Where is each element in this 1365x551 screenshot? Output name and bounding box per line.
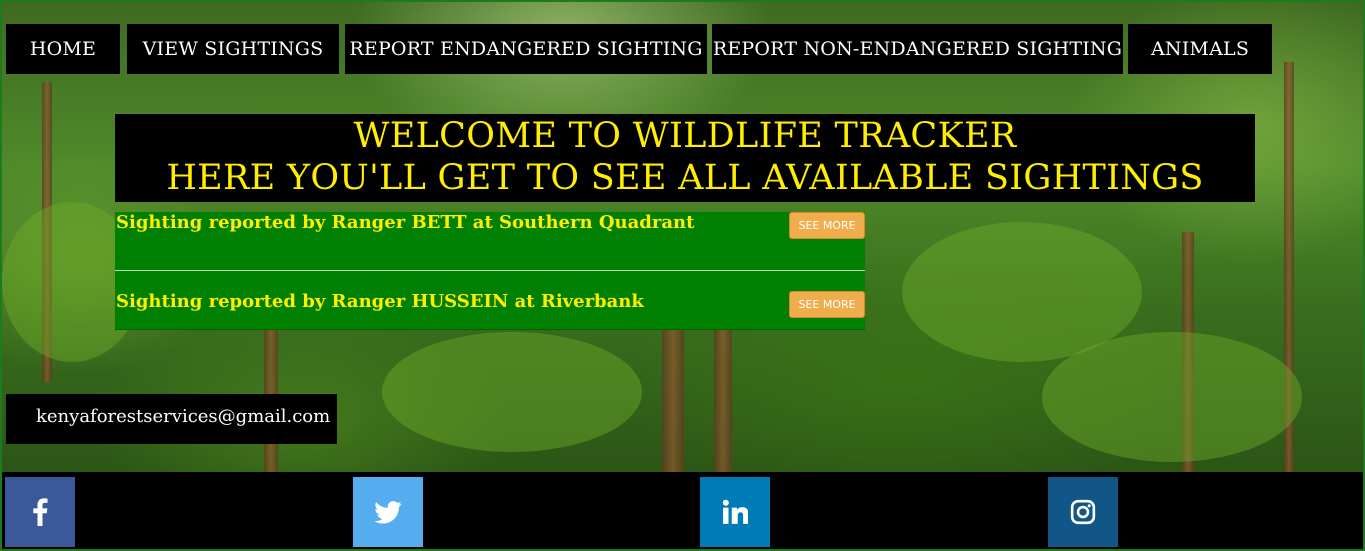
facebook-link[interactable] [5, 477, 75, 547]
twitter-link[interactable] [353, 477, 423, 547]
see-more-button[interactable]: SEE MORE [789, 291, 865, 318]
sighting-text: Sighting reported by Ranger HUSSEIN at R… [116, 291, 644, 312]
instagram-link[interactable] [1048, 477, 1118, 547]
footer [2, 472, 1363, 549]
nav-view-sightings[interactable]: VIEW SIGHTINGS [127, 24, 339, 74]
twitter-icon [374, 500, 402, 524]
nav-animals[interactable]: ANIMALS [1128, 24, 1272, 74]
nav-report-non-endangered[interactable]: REPORT NON-ENDANGERED SIGHTING [712, 24, 1123, 74]
sighting-item: Sighting reported by Ranger HUSSEIN at R… [115, 271, 865, 330]
instagram-icon [1070, 499, 1096, 525]
linkedin-icon [722, 499, 748, 524]
facebook-icon [33, 498, 48, 526]
sightings-list: Sighting reported by Ranger BETT at Sout… [115, 212, 865, 330]
banner-title: WELCOME TO WILDLIFE TRACKER [353, 116, 1017, 156]
foliage [1042, 332, 1302, 462]
linkedin-link[interactable] [700, 477, 770, 547]
contact-email[interactable]: kenyaforestservices@gmail.com [6, 394, 337, 444]
banner-subtitle: HERE YOU'LL GET TO SEE ALL AVAILABLE SIG… [166, 158, 1204, 198]
nav-report-endangered[interactable]: REPORT ENDANGERED SIGHTING [345, 24, 707, 74]
sighting-text: Sighting reported by Ranger BETT at Sout… [116, 212, 695, 233]
welcome-banner: WELCOME TO WILDLIFE TRACKER HERE YOU'LL … [115, 114, 1255, 202]
see-more-button[interactable]: SEE MORE [789, 212, 865, 239]
foliage [382, 332, 642, 452]
sighting-item: Sighting reported by Ranger BETT at Sout… [115, 212, 865, 271]
nav-home[interactable]: HOME [6, 24, 120, 74]
